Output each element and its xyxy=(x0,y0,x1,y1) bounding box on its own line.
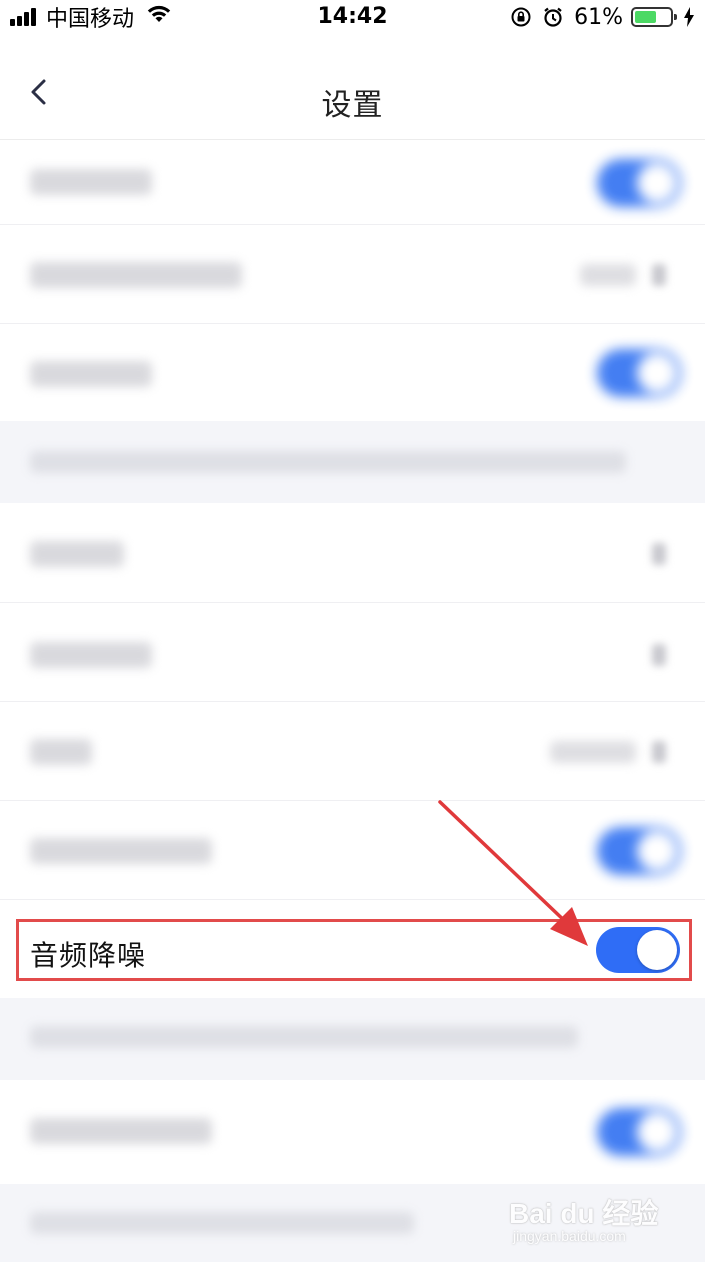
battery-icon xyxy=(631,7,677,27)
baidu-jingyan-watermark: Bai du 经验 jingyan.baidu.com xyxy=(509,1184,669,1250)
toggle-switch[interactable] xyxy=(597,159,681,207)
chevron-right-icon xyxy=(652,741,666,763)
section-note xyxy=(0,421,705,503)
toggle-switch[interactable] xyxy=(597,827,681,875)
settings-row-blurred[interactable] xyxy=(0,325,705,421)
watermark-site: jingyan.baidu.com xyxy=(513,1228,626,1244)
section-note xyxy=(0,998,705,1080)
highlight-box xyxy=(16,919,692,981)
toggle-switch[interactable] xyxy=(597,1108,681,1156)
settings-row-blurred[interactable] xyxy=(0,226,705,324)
chevron-right-icon xyxy=(652,264,666,286)
settings-row-blurred[interactable] xyxy=(0,141,705,225)
charging-icon xyxy=(683,7,695,27)
navigation-bar: 设置 xyxy=(0,36,705,140)
rotation-lock-icon xyxy=(510,6,532,28)
status-bar: 中国移动 14:42 61% xyxy=(0,0,705,36)
battery-percent: 61% xyxy=(574,4,623,30)
settings-row-blurred[interactable] xyxy=(0,802,705,900)
settings-row-blurred[interactable] xyxy=(0,1080,705,1184)
watermark-brand: Bai du 经验 xyxy=(509,1198,659,1229)
page-title: 设置 xyxy=(321,88,384,123)
settings-row-blurred[interactable] xyxy=(0,604,705,702)
alarm-icon xyxy=(542,6,564,28)
toggle-switch[interactable] xyxy=(597,349,681,397)
settings-row-blurred[interactable] xyxy=(0,703,705,801)
chevron-right-icon xyxy=(652,543,666,565)
settings-row-audio-noise-reduction[interactable]: 音频降噪 xyxy=(0,900,705,998)
chevron-right-icon xyxy=(652,644,666,666)
settings-row-blurred[interactable] xyxy=(0,503,705,603)
battery-level xyxy=(635,11,656,23)
